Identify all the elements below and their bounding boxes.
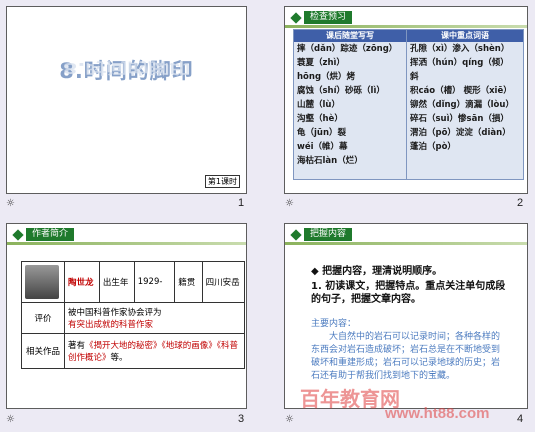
slide-3-thumbnail[interactable]: 作者简介 陶世龙 出生年 1929- 籍贯 四川安岳 评价 被中国科普作家协会评… [6,223,247,409]
born-value: 1929- [133,261,176,303]
slide-4-thumbnail[interactable]: 把握内容 ◆ 把握内容，理清说明顺序。 1. 初读课文，把握特点。重点关注单句成… [284,223,528,409]
works-label: 相关作品 [21,333,65,369]
slide-number: 2 [517,197,524,209]
vocab-row: 蓑夏（zhì） [297,58,345,68]
header-bar [7,242,246,245]
slide-number: 4 [517,413,524,425]
vocab-row: 斜 [410,72,419,82]
star-icon: ☼ [6,198,15,209]
slide-header: 作者简介 [11,228,75,241]
vocab-row: 山麓（lù） [297,100,340,110]
works-titles: 《揭开大地的秘密》《地球的画像》《科普创作概论》 [68,341,239,363]
portrait-cell [21,261,65,303]
point-2: 1. 初读课文，把握特点。重点关注单句成段的句子，把握文章内容。 [311,281,506,305]
slide-header: 检查预习 [289,11,353,24]
works-prefix: 著有 [68,341,86,351]
watermark-url: www.ht88.com [385,405,490,422]
diamond-icon [290,11,302,24]
slide-header: 把握内容 [289,228,353,241]
header-label: 作者简介 [26,228,75,241]
point-1: ◆ 把握内容，理清说明顺序。 [311,266,443,277]
author-portrait [25,265,59,299]
eval-cell: 被中国科普作家协会评为 有突出成就的科普作家 [64,302,245,334]
author-name: 陶世龙 [64,261,100,303]
native-label: 籍贯 [174,261,203,303]
header-bar [285,25,527,28]
header-label: 检查预习 [304,11,353,24]
slide-number: 1 [238,197,245,209]
vocab-row: 碎石（suì）惨sān（損） [410,114,509,124]
eval-highlight: 有突出成就的科普作家 [68,320,154,330]
eval-text: 被中国科普作家协会评为 [68,308,162,318]
vocab-row: 积cáo（槽） 楔形（xiē） [410,86,512,96]
works-cell: 著有《揭开大地的秘密》《地球的画像》《科普创作概论》等。 [64,333,245,369]
main-label: 主要内容： [311,319,357,329]
vocab-row: wéi（帷）幕 [297,142,348,152]
slide-title-reflection: 8.时间的脚印 [62,59,191,77]
native-value: 四川安岳 [201,261,246,303]
vocab-row: 渭泊（pō）淀淀（diàn） [410,128,511,138]
vocab-row: 龟（jūn）裂 [297,128,347,138]
vocab-table: 课后随堂写写 摔（dǎn）踪迹（zōng） 蓑夏（zhì） hōng（烘）烤 腐… [293,29,524,180]
author-table: 陶世龙 出生年 1929- 籍贯 四川安岳 评价 被中国科普作家协会评为 有突出成… [21,261,246,369]
star-icon: ☼ [285,198,294,209]
column-header: 课后随堂写写 [294,30,406,42]
vocab-column-1: 课后随堂写写 摔（dǎn）踪迹（zōng） 蓑夏（zhì） hōng（烘）烤 腐… [294,30,407,179]
star-icon: ☼ [6,414,15,425]
diamond-icon [290,228,302,241]
eval-label: 评价 [21,302,65,334]
vocab-row: 孔隙（xì）渗入（shèn） [410,44,510,54]
born-label: 出生年 [98,261,135,303]
vocab-row: 腐蚀（shí）砂砾（lì） [297,86,385,96]
vocab-row: 蓬泊（pò） [410,142,456,152]
vocab-row: 摔（dǎn）踪迹（zōng） [297,44,398,54]
vocab-row: 海枯石làn（烂） [297,156,363,166]
star-icon: ☼ [285,414,294,425]
vocab-column-2: 课中重点词语 孔隙（xì）渗入（shèn） 挥洒（hún）qíng（倾） 斜 积… [407,30,523,179]
slide-2-thumbnail[interactable]: 检查预习 课后随堂写写 摔（dǎn）踪迹（zōng） 蓑夏（zhì） hōng（… [284,6,528,194]
main-text: 大自然中的岩石可以记录时间；各种各样的东西会对岩石造成破坏；岩石总是在不断地受到… [311,332,501,381]
works-suffix: 等。 [110,353,128,363]
slide-number: 3 [238,413,245,425]
vocab-row: 挥洒（hún）qíng（倾） [410,58,509,68]
lesson-tag: 第1课时 [204,175,240,188]
diamond-icon [12,228,24,241]
slide-1-thumbnail[interactable]: 8.时间的脚印 8.时间的脚印 第1课时 [6,6,247,194]
main-content: 主要内容： 大自然中的岩石可以记录时间；各种各样的东西会对岩石造成破坏；岩石总是… [311,318,501,383]
header-bar [285,242,527,245]
vocab-row: 铆然（dǐng）滴漏（lòu） [410,100,514,110]
column-header: 课中重点词语 [407,30,523,42]
vocab-row: 沟壑（hè） [297,114,343,124]
header-label: 把握内容 [304,228,353,241]
vocab-row: hōng（烘）烤 [297,72,356,82]
